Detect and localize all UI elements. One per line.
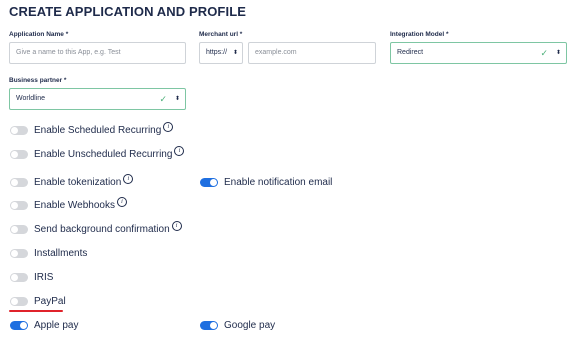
scheduled-recurring-toggle-row[interactable]: Enable Scheduled Recurring i [10,122,174,137]
background-confirmation-label: Send background confirmation [34,223,170,235]
info-icon[interactable]: i [123,174,134,184]
google-pay-toggle[interactable] [200,320,218,330]
iris-label: IRIS [34,271,54,283]
protocol-value: https:// [206,49,228,56]
paypal-toggle-row[interactable]: PayPal [10,294,66,308]
installments-label: Installments [34,247,88,259]
application-name-label: Application Name * [9,31,69,38]
paypal-toggle[interactable] [10,296,28,306]
paypal-label: PayPal [34,295,66,307]
unscheduled-recurring-label: Enable Unscheduled Recurring [34,148,173,160]
webhooks-toggle-row[interactable]: Enable Webhooks i [10,197,127,212]
business-partner-select[interactable]: Worldline ✓ ⬍ [9,88,186,110]
notification-email-label: Enable notification email [224,176,333,188]
notification-email-toggle[interactable] [200,177,218,187]
info-icon[interactable]: i [116,197,127,207]
installments-toggle[interactable] [10,248,28,258]
sort-caret-icon: ⬍ [232,50,238,56]
application-name-input[interactable]: Give a name to this App, e.g. Test [9,42,186,64]
notification-email-toggle-row[interactable]: Enable notification email [200,175,332,189]
google-pay-label: Google pay [224,319,276,331]
sort-caret-icon: ⬍ [174,96,180,102]
tokenization-label: Enable tokenization [34,176,122,188]
merchant-url-input[interactable]: example.com [248,42,376,64]
scheduled-recurring-label: Enable Scheduled Recurring [34,124,162,136]
background-confirmation-toggle-row[interactable]: Send background confirmation i [10,221,182,236]
business-partner-value: Worldline [16,95,46,102]
iris-toggle-row[interactable]: IRIS [10,270,53,284]
info-icon[interactable]: i [174,146,185,156]
check-icon: ✓ [159,94,167,104]
tokenization-toggle-row[interactable]: Enable tokenization i [10,174,134,189]
integration-model-label: Integration Model * [390,31,449,38]
google-pay-toggle-row[interactable]: Google pay [200,318,275,332]
iris-toggle[interactable] [10,272,28,282]
merchant-url-label: Merchant url * [199,31,243,38]
info-icon[interactable]: i [171,221,182,231]
integration-model-select[interactable]: Redirect ✓ ⬍ [390,42,567,64]
background-confirmation-toggle[interactable] [10,224,28,234]
integration-model-value: Redirect [397,49,424,56]
apple-pay-toggle-row[interactable]: Apple pay [10,318,78,332]
webhooks-label: Enable Webhooks [34,199,115,211]
tokenization-toggle[interactable] [10,177,28,187]
check-icon: ✓ [540,48,548,58]
protocol-select[interactable]: https:// ⬍ [199,42,243,64]
page-title: CREATE APPLICATION AND PROFILE [9,4,246,19]
info-icon[interactable]: i [163,122,174,132]
installments-toggle-row[interactable]: Installments [10,246,87,260]
unscheduled-recurring-toggle-row[interactable]: Enable Unscheduled Recurring i [10,146,185,161]
business-partner-label: Business partner * [9,77,67,84]
paypal-highlight-underline [9,310,63,312]
apple-pay-label: Apple pay [34,319,79,331]
webhooks-toggle[interactable] [10,200,28,210]
scheduled-recurring-toggle[interactable] [10,125,28,135]
apple-pay-toggle[interactable] [10,320,28,330]
sort-caret-icon: ⬍ [555,50,561,56]
unscheduled-recurring-toggle[interactable] [10,149,28,159]
